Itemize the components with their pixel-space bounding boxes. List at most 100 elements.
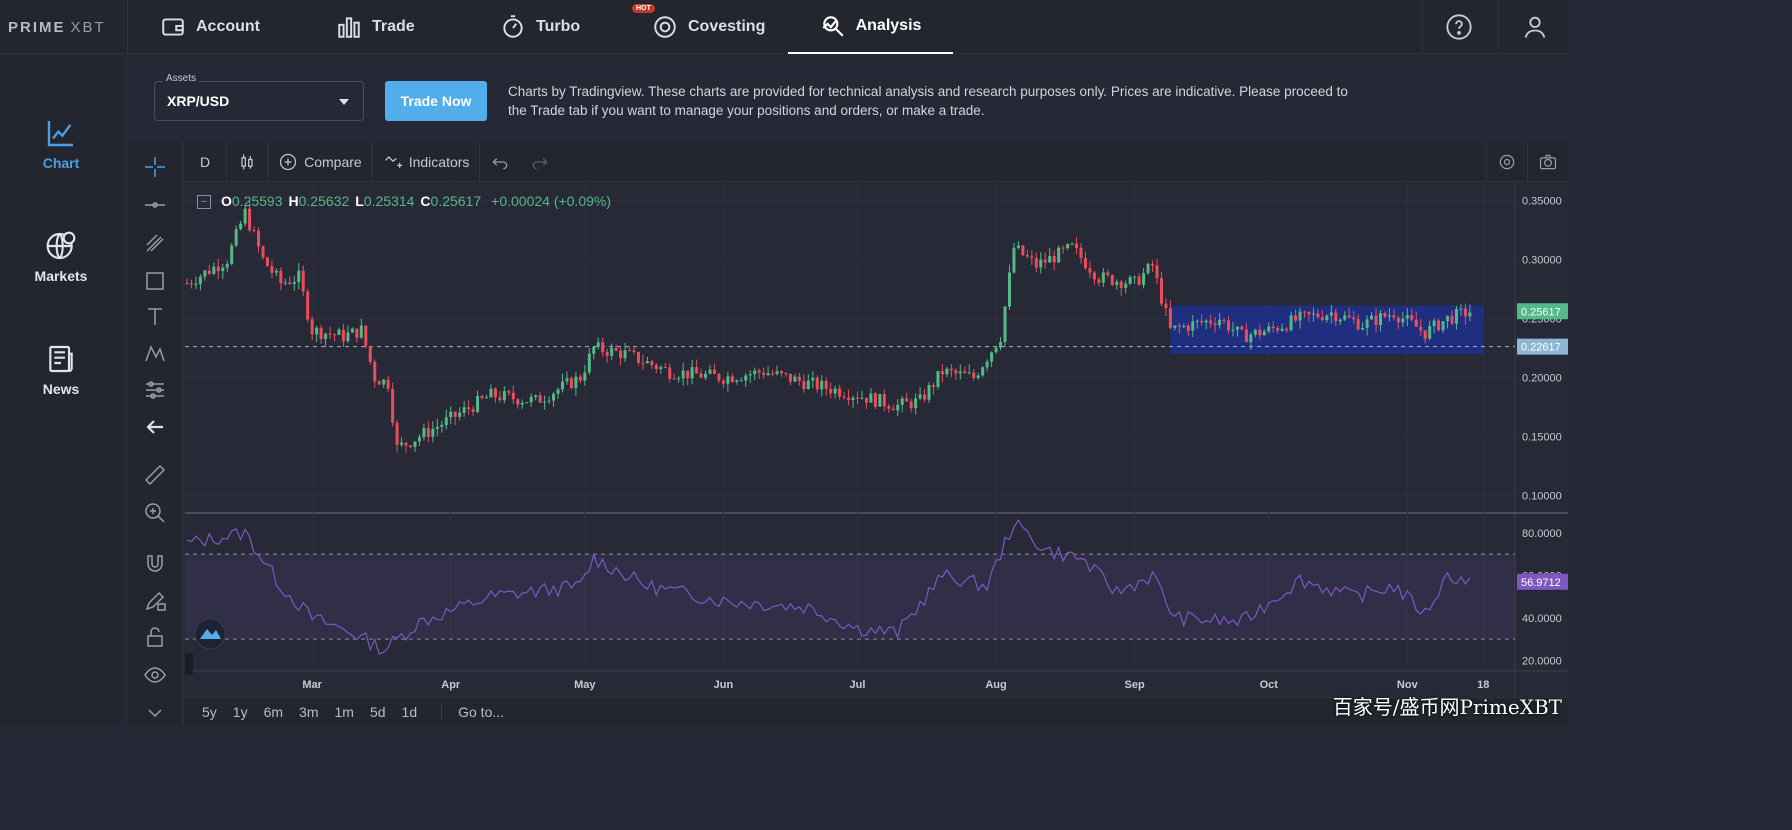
indicators-button[interactable]: Indicators bbox=[373, 141, 481, 182]
nav-item-account[interactable]: Account bbox=[160, 0, 260, 54]
magnet-tool[interactable] bbox=[140, 549, 170, 579]
candle-body bbox=[802, 381, 806, 390]
gear-icon bbox=[1499, 154, 1515, 170]
undo-button[interactable] bbox=[480, 142, 520, 182]
shape-tool[interactable] bbox=[140, 266, 170, 296]
candle-body bbox=[909, 401, 913, 409]
help-button[interactable] bbox=[1422, 0, 1494, 54]
trade-now-button[interactable]: Trade Now bbox=[385, 81, 487, 121]
collapse-legend-button[interactable]: − bbox=[197, 195, 211, 209]
candle-body bbox=[931, 385, 935, 387]
asset-bar: Assets XRP/USD Trade Now Charts by Tradi… bbox=[128, 55, 1568, 141]
candle-body bbox=[878, 393, 882, 407]
user-button[interactable] bbox=[1498, 0, 1570, 54]
candle-body bbox=[918, 394, 922, 399]
range-1y[interactable]: 1y bbox=[225, 704, 256, 720]
candle-body bbox=[288, 282, 292, 284]
candle-body bbox=[1124, 283, 1128, 288]
candle-body bbox=[328, 333, 332, 335]
nav-item-analysis[interactable]: Analysis bbox=[788, 0, 953, 54]
candle-body bbox=[1061, 247, 1065, 249]
candle-body bbox=[400, 442, 404, 445]
interval-button[interactable]: D bbox=[184, 141, 228, 182]
brand-logo[interactable]: PRIME XBT bbox=[0, 0, 128, 54]
candle-body bbox=[1173, 325, 1177, 328]
compare-button[interactable]: Compare bbox=[268, 141, 373, 182]
candle-body bbox=[614, 347, 618, 351]
candle-body bbox=[1101, 272, 1105, 283]
candle-body bbox=[654, 365, 658, 369]
range-6m[interactable]: 6m bbox=[256, 704, 291, 720]
candle-body bbox=[981, 367, 985, 376]
candle-body bbox=[972, 372, 976, 378]
candle-body bbox=[185, 283, 189, 285]
candle-body bbox=[976, 375, 980, 378]
candle-body bbox=[788, 373, 792, 382]
candle-body bbox=[1432, 320, 1436, 327]
candle-body bbox=[1097, 279, 1101, 283]
visibility-tool[interactable] bbox=[140, 660, 170, 690]
range-3m[interactable]: 3m bbox=[291, 704, 326, 720]
candle-body bbox=[1329, 312, 1333, 316]
nav-item-covesting[interactable]: HOT Covesting bbox=[632, 0, 765, 54]
rsi-last-label: 56.9712 bbox=[1521, 577, 1561, 589]
candle-body bbox=[1195, 320, 1199, 322]
support-price-label: 0.22617 bbox=[1521, 342, 1561, 354]
price-chart[interactable]: Mar Apr May Jun Jul Aug Sep Oct Nov 18 0.35000 0.30… bbox=[185, 183, 1568, 697]
range-1m[interactable]: 1m bbox=[327, 704, 362, 720]
candle-body bbox=[704, 373, 708, 378]
candle-body bbox=[552, 393, 556, 401]
lock-tool[interactable] bbox=[140, 622, 170, 652]
nav-item-trade[interactable]: Trade bbox=[336, 0, 415, 54]
candle-body bbox=[1396, 317, 1400, 323]
candle-body bbox=[476, 396, 480, 412]
candle-body bbox=[265, 257, 269, 267]
candle-body bbox=[847, 397, 851, 401]
crosshair-tool[interactable] bbox=[140, 152, 170, 182]
candle-body bbox=[668, 367, 672, 379]
back-tool[interactable] bbox=[140, 412, 170, 442]
candle-body bbox=[699, 373, 703, 378]
candle-body bbox=[945, 368, 949, 375]
candle-body bbox=[1423, 330, 1427, 339]
sidebar-item-chart[interactable]: Chart bbox=[0, 117, 122, 171]
zoom-tool[interactable] bbox=[140, 498, 170, 528]
range-5d[interactable]: 5d bbox=[362, 704, 394, 720]
measure-tool[interactable] bbox=[140, 460, 170, 490]
goto-button[interactable]: Go to... bbox=[441, 704, 504, 720]
asset-select[interactable]: Assets XRP/USD bbox=[154, 73, 364, 121]
x-tick-label: May bbox=[574, 679, 596, 691]
candle-body bbox=[239, 223, 243, 230]
text-tool[interactable] bbox=[140, 302, 170, 332]
redo-button[interactable] bbox=[520, 142, 560, 182]
sidebar-item-label: Markets bbox=[34, 268, 88, 284]
fib-tool[interactable] bbox=[140, 228, 170, 258]
chart-type-button[interactable] bbox=[227, 141, 269, 182]
prediction-tool[interactable] bbox=[140, 375, 170, 405]
range-1d[interactable]: 1d bbox=[394, 704, 426, 720]
plot-area[interactable]: Mar Apr May Jun Jul Aug Sep Oct Nov 18 0.35000 0.30… bbox=[185, 183, 1568, 697]
collapse-toolbar-button[interactable] bbox=[140, 698, 170, 728]
candle-body bbox=[1222, 319, 1226, 321]
sidebar-item-news[interactable]: News bbox=[0, 343, 122, 397]
candle-body bbox=[1025, 255, 1029, 257]
trendline-tool[interactable] bbox=[140, 190, 170, 220]
nav-item-turbo[interactable]: Turbo bbox=[500, 0, 580, 54]
candle-body bbox=[958, 371, 962, 374]
settings-button[interactable] bbox=[1486, 142, 1527, 182]
candle-body bbox=[1459, 308, 1463, 310]
candle-body bbox=[632, 350, 636, 352]
zoom-in-icon bbox=[145, 503, 165, 523]
sidebar-item-markets[interactable]: Markets bbox=[0, 230, 122, 284]
snapshot-button[interactable] bbox=[1527, 142, 1568, 182]
candle-body bbox=[864, 397, 868, 403]
lock-drawing-tool[interactable] bbox=[140, 586, 170, 616]
candle-body bbox=[1128, 277, 1132, 284]
pattern-tool[interactable] bbox=[140, 338, 170, 368]
lock-icon bbox=[147, 627, 163, 647]
range-5y[interactable]: 5y bbox=[184, 704, 225, 720]
candle-body bbox=[279, 270, 283, 284]
ohlc-close-label: C bbox=[420, 193, 431, 209]
candle-body bbox=[1294, 315, 1298, 321]
candle-body bbox=[489, 388, 493, 398]
